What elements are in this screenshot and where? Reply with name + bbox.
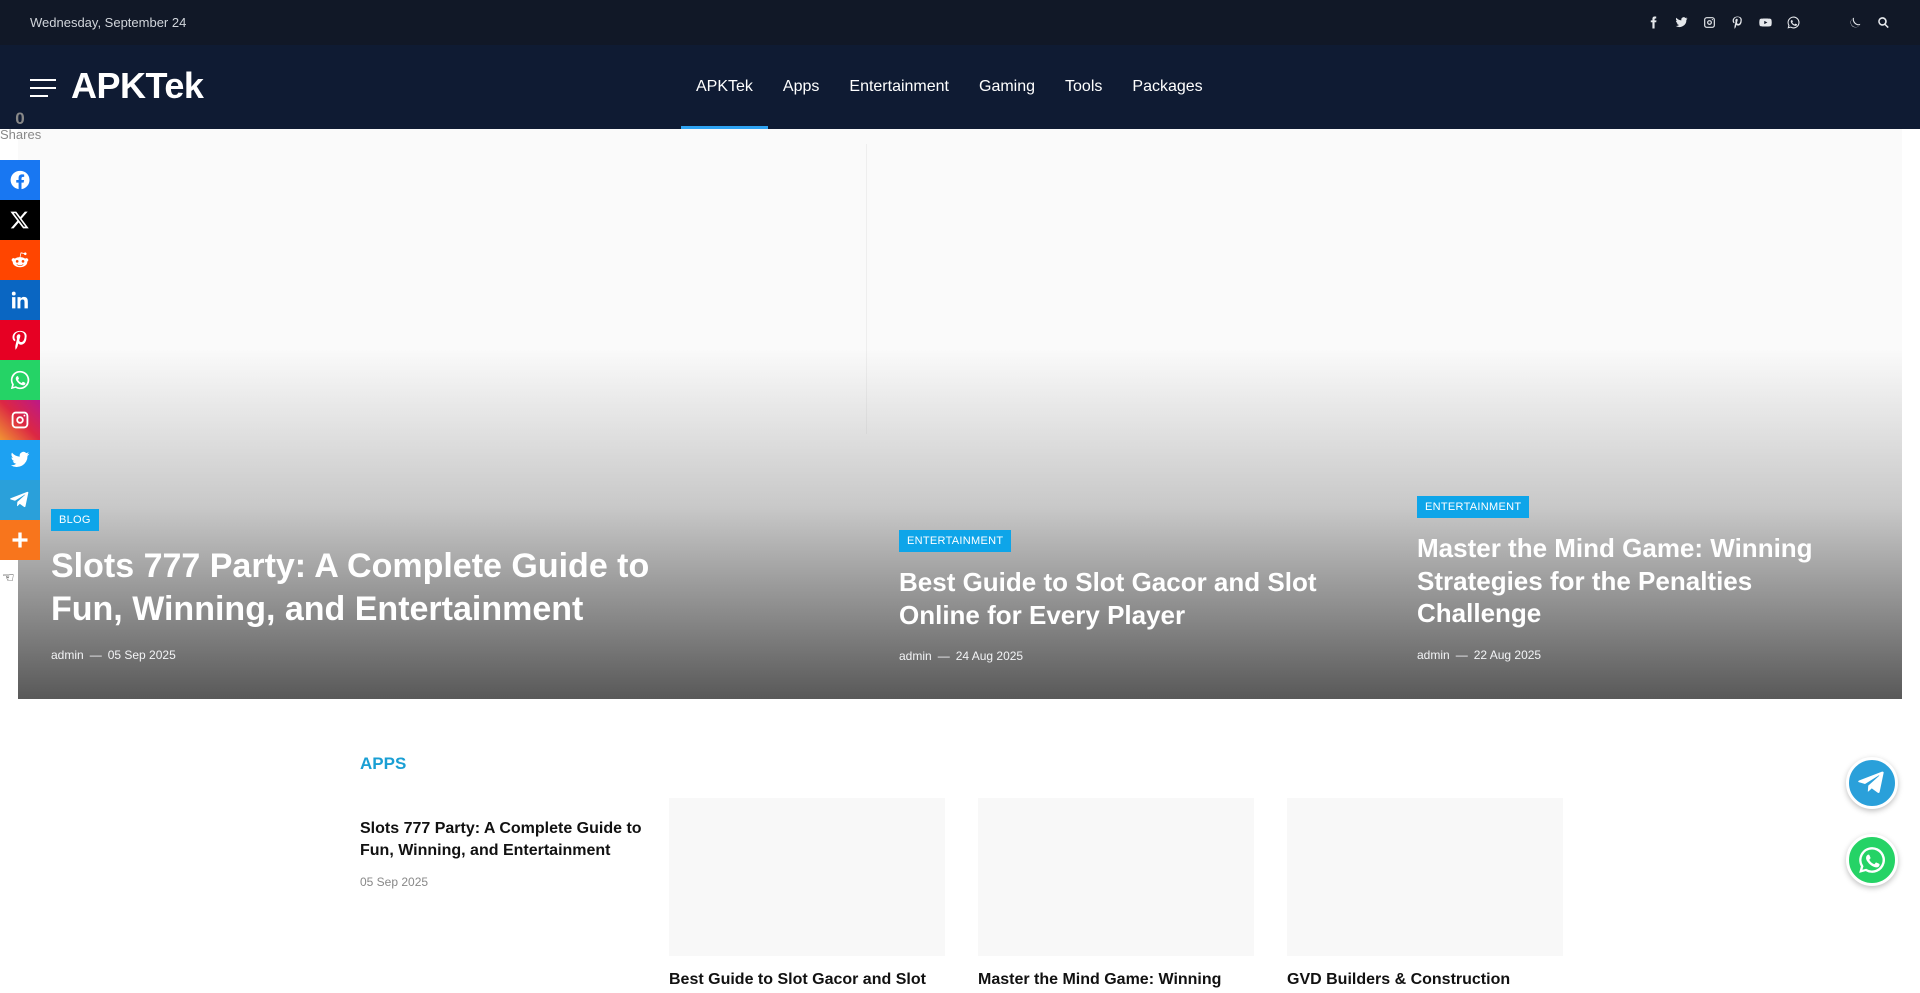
social-links [1646,16,1890,30]
featured-post-second[interactable]: ENTERTAINMENT Best Guide to Slot Gacor a… [899,530,1369,663]
plus-icon [12,532,28,548]
section-title-apps[interactable]: APPS [360,754,406,774]
whatsapp-share-button[interactable] [0,360,40,400]
main-nav: APKTek Apps Entertainment Gaming Tools P… [681,45,1218,129]
post-thumbnail[interactable] [669,798,945,956]
reddit-share-button[interactable] [0,240,40,280]
share-count: 0 [15,109,25,128]
apps-lead-post[interactable]: Slots 777 Party: A Complete Guide to Fun… [360,818,645,889]
instagram-icon [11,411,29,429]
menu-icon[interactable] [30,79,56,97]
featured-grid: BLOG Slots 777 Party: A Complete Guide t… [18,129,1902,699]
post-date: 05 Sep 2025 [360,874,429,889]
post-title[interactable]: Slots 777 Party: A Complete Guide to Fun… [360,818,645,863]
linkedin-share-button[interactable] [0,280,40,320]
twitter-share-button[interactable] [0,440,40,480]
nav-entertainment[interactable]: Entertainment [834,45,964,129]
twitter-icon[interactable] [1674,16,1688,30]
twitter-icon [10,451,30,468]
featured-post-third[interactable]: ENTERTAINMENT Master the Mind Game: Winn… [1417,496,1847,662]
post-title[interactable]: GVD Builders & Construction [1287,971,1510,989]
post-title[interactable]: Master the Mind Game: Winning Strategies… [1417,532,1847,630]
linkedin-icon [11,291,28,309]
nav-tools[interactable]: Tools [1050,45,1117,129]
x-icon [10,211,29,229]
current-date: Wednesday, September 24 [30,15,187,30]
telegram-icon [1858,771,1884,793]
more-share-button[interactable] [0,520,40,560]
post-author[interactable]: admin [899,649,932,663]
category-badge[interactable]: BLOG [51,509,99,531]
nav-packages[interactable]: Packages [1117,45,1217,129]
category-badge[interactable]: ENTERTAINMENT [899,530,1012,552]
post-title[interactable]: Best Guide to Slot Gacor and Slot [669,971,926,989]
youtube-icon[interactable] [1758,16,1772,30]
pinterest-icon [12,330,27,350]
nav-apps[interactable]: Apps [768,45,834,129]
post-date: 05 Sep 2025 [107,648,176,662]
reddit-icon [11,252,29,268]
moon-icon[interactable] [1848,16,1862,30]
telegram-share-button[interactable] [0,480,40,520]
whatsapp-icon [1859,847,1886,873]
share-label: Shares [0,127,42,142]
post-date: 22 Aug 2025 [1473,647,1542,662]
pinterest-icon[interactable] [1730,16,1744,30]
whatsapp-icon[interactable] [1786,16,1800,30]
post-title[interactable]: Slots 777 Party: A Complete Guide to Fun… [51,545,701,630]
site-logo[interactable]: APKTek [71,65,204,107]
featured-post-main[interactable]: BLOG Slots 777 Party: A Complete Guide t… [51,509,701,662]
instagram-share-button[interactable] [0,400,40,440]
telegram-icon [10,491,29,508]
telegram-float-button[interactable] [1846,757,1898,809]
post-thumbnail[interactable] [1287,798,1563,956]
facebook-share-button[interactable] [0,160,40,200]
post-meta: admin —05 Sep 2025 [51,648,176,662]
post-meta: admin —22 Aug 2025 [1417,647,1542,662]
post-author[interactable]: admin [1417,648,1450,662]
x-share-button[interactable] [0,200,40,240]
pinterest-share-button[interactable] [0,320,40,360]
facebook-icon[interactable] [1646,16,1660,30]
post-author[interactable]: admin [51,648,84,662]
instagram-icon[interactable] [1702,16,1716,30]
share-counter: 0 Shares [0,109,42,142]
search-icon[interactable] [1876,16,1890,30]
nav-gaming[interactable]: Gaming [964,45,1050,129]
top-bar: Wednesday, September 24 [0,0,1920,45]
post-meta: admin —24 Aug 2025 [899,649,1024,663]
share-bar [0,160,40,560]
hide-share-icon[interactable]: ☜ [2,569,15,586]
nav-apktek[interactable]: APKTek [681,45,768,129]
category-badge[interactable]: ENTERTAINMENT [1417,496,1530,518]
whatsapp-float-button[interactable] [1846,834,1898,886]
whatsapp-icon [10,370,30,390]
post-title[interactable]: Master the Mind Game: Winning [978,971,1221,989]
post-thumbnail[interactable] [978,798,1254,956]
site-header: APKTek APKTek Apps Entertainment Gaming … [0,45,1920,129]
post-date: 24 Aug 2025 [955,649,1024,663]
facebook-icon [10,170,30,190]
post-title[interactable]: Best Guide to Slot Gacor and Slot Online… [899,566,1369,631]
